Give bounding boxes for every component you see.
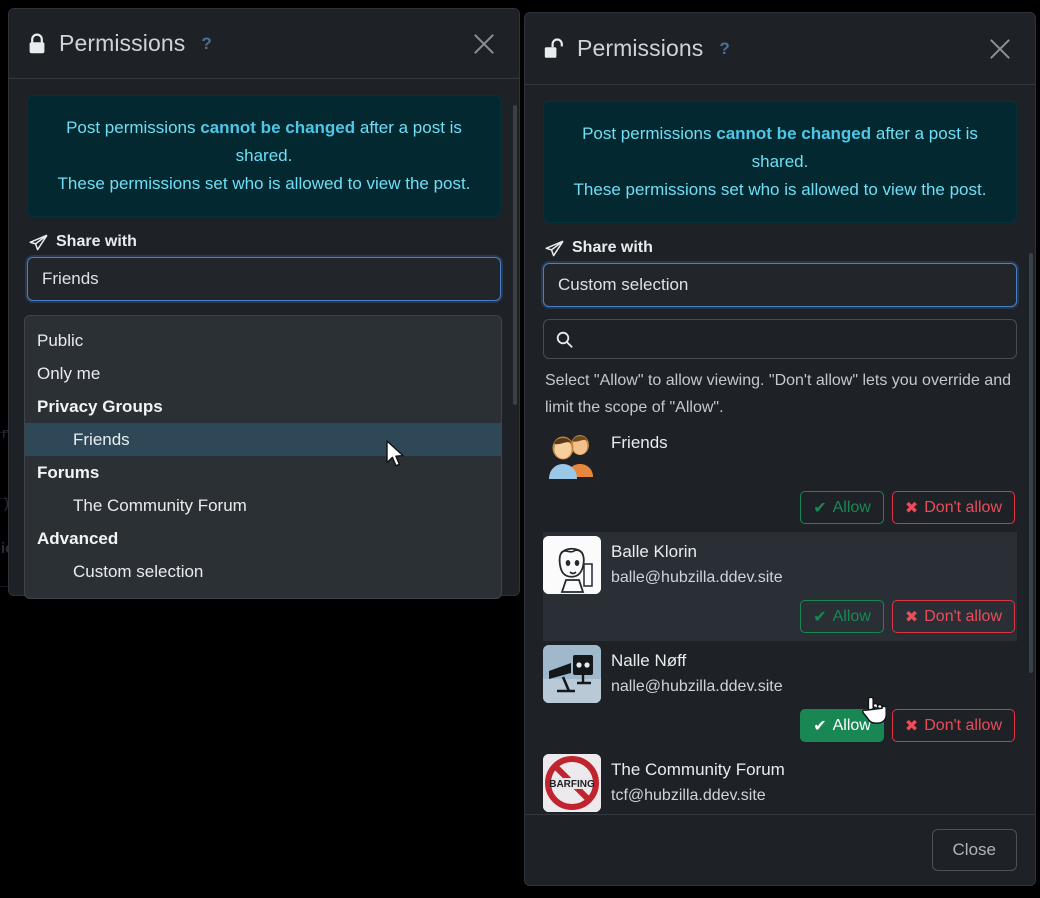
- acl-address: balle@hubzilla.ddev.site: [611, 565, 783, 591]
- dont-allow-label: Don't allow: [924, 499, 1002, 517]
- check-icon: ✔: [813, 498, 826, 518]
- dropdown-group-advanced: Advanced: [25, 522, 501, 555]
- acl-text: Friends: [611, 427, 668, 456]
- allow-label: Allow: [833, 499, 871, 517]
- permissions-notice: Post permissions cannot be changed after…: [543, 101, 1017, 223]
- notice-strong: cannot be changed: [716, 124, 871, 143]
- no-barfing-sign-avatar: BARFING: [543, 754, 601, 812]
- cross-icon: ✖: [905, 607, 918, 627]
- two-people-group-avatar: [543, 427, 601, 485]
- dropdown-option-the-community-forum[interactable]: The Community Forum: [25, 489, 501, 522]
- acl-name: The Community Forum: [611, 754, 785, 783]
- acl-hint-text: Select "Allow" to allow viewing. "Don't …: [545, 367, 1017, 421]
- svg-text:BARFING: BARFING: [549, 779, 595, 790]
- acl-address: nalle@hubzilla.ddev.site: [611, 674, 783, 700]
- close-button[interactable]: Close: [932, 829, 1017, 871]
- acl-text: The Community Forum tcf@hubzilla.ddev.si…: [611, 754, 785, 809]
- share-with-label-row: Share with: [29, 233, 501, 251]
- cross-icon: ✖: [905, 716, 918, 736]
- acl-row-balle-klorin: Balle Klorin balle@hubzilla.ddev.site ✔ …: [543, 532, 1017, 641]
- check-icon: ✔: [813, 607, 826, 627]
- acl-identity: Balle Klorin balle@hubzilla.ddev.site: [543, 536, 1017, 594]
- dropdown-group-privacy-groups: Privacy Groups: [25, 390, 501, 423]
- share-with-label: Share with: [56, 233, 137, 251]
- page-title: Permissions: [577, 35, 703, 62]
- dropdown-option-only-me[interactable]: Only me: [25, 357, 501, 390]
- acl-buttons: ✔ Allow ✖ Don't allow: [543, 594, 1017, 641]
- lock-open-icon: [543, 38, 565, 60]
- help-icon[interactable]: ?: [201, 34, 211, 54]
- dont-allow-label: Don't allow: [924, 608, 1002, 626]
- dialog-footer-right: Close: [525, 814, 1035, 885]
- dropdown-option-friends[interactable]: Friends: [25, 423, 501, 456]
- acl-search-field[interactable]: [543, 319, 1017, 359]
- acl-text: Nalle Nøff nalle@hubzilla.ddev.site: [611, 645, 783, 700]
- search-icon: [556, 331, 573, 348]
- acl-identity: Friends: [543, 427, 1017, 485]
- share-with-dropdown: Public Only me Privacy Groups Friends Fo…: [24, 315, 502, 599]
- paper-plane-icon: [545, 240, 564, 257]
- dropdown-option-public[interactable]: Public: [25, 324, 501, 357]
- cartoon-boy-avatar: [543, 536, 601, 594]
- dropdown-group-forums: Forums: [25, 456, 501, 489]
- dialog-body-left: Post permissions cannot be changed after…: [9, 79, 519, 319]
- close-icon[interactable]: [983, 32, 1017, 66]
- dont-allow-button[interactable]: ✖ Don't allow: [892, 600, 1015, 633]
- security-camera-avatar: [543, 645, 601, 703]
- dialog-scrollbar-right[interactable]: [1029, 253, 1033, 673]
- acl-buttons: ✔ Allow ✖ Don't allow: [543, 485, 1017, 532]
- dialog-header-left: Permissions ?: [9, 9, 519, 79]
- permissions-dialog-right: Permissions ? Post permissions cannot be…: [524, 12, 1036, 886]
- acl-row-friends: Friends ✔ Allow ✖ Don't allow: [543, 423, 1017, 532]
- acl-row-nalle-noff: Nalle Nøff nalle@hubzilla.ddev.site ✔ Al…: [543, 641, 1017, 750]
- acl-identity: BARFING The Community Forum tcf@hubzilla…: [543, 754, 1017, 812]
- dont-allow-label: Don't allow: [924, 717, 1002, 735]
- lock-closed-icon: [27, 33, 47, 55]
- close-icon[interactable]: [467, 27, 501, 61]
- notice-part1: Post permissions: [582, 124, 716, 143]
- allow-button[interactable]: ✔ Allow: [800, 709, 884, 742]
- acl-name: Nalle Nøff: [611, 645, 783, 674]
- acl-text: Balle Klorin balle@hubzilla.ddev.site: [611, 536, 783, 591]
- share-with-label: Share with: [572, 239, 653, 257]
- acl-name: Balle Klorin: [611, 536, 783, 565]
- allow-button[interactable]: ✔ Allow: [800, 491, 884, 524]
- notice-line2: These permissions set who is allowed to …: [58, 174, 471, 193]
- allow-label: Allow: [833, 717, 871, 735]
- dialog-header-right: Permissions ?: [525, 13, 1035, 85]
- allow-button[interactable]: ✔ Allow: [800, 600, 884, 633]
- paper-plane-icon: [29, 234, 48, 251]
- dialog-scrollbar-left[interactable]: [513, 105, 517, 405]
- share-with-label-row: Share with: [545, 239, 1017, 257]
- check-icon: ✔: [813, 716, 826, 736]
- dont-allow-button[interactable]: ✖ Don't allow: [892, 709, 1015, 742]
- share-with-select-right[interactable]: Custom selection: [543, 263, 1017, 307]
- acl-address: tcf@hubzilla.ddev.site: [611, 783, 785, 809]
- acl-identity: Nalle Nøff nalle@hubzilla.ddev.site: [543, 645, 1017, 703]
- dont-allow-button[interactable]: ✖ Don't allow: [892, 491, 1015, 524]
- share-with-select-left[interactable]: Friends: [27, 257, 501, 301]
- acl-buttons: ✔ Allow ✖ Don't allow: [543, 703, 1017, 750]
- cross-icon: ✖: [905, 498, 918, 518]
- screen: n a ) io Permissions ? Post permissions …: [0, 0, 1040, 898]
- acl-name: Friends: [611, 427, 668, 456]
- allow-label: Allow: [833, 608, 871, 626]
- help-icon[interactable]: ?: [719, 39, 729, 59]
- page-title: Permissions: [59, 30, 185, 57]
- notice-part1: Post permissions: [66, 118, 200, 137]
- notice-strong: cannot be changed: [200, 118, 355, 137]
- dropdown-option-custom-selection[interactable]: Custom selection: [25, 555, 501, 588]
- search-input[interactable]: [581, 330, 1004, 348]
- notice-line2: These permissions set who is allowed to …: [574, 180, 987, 199]
- permissions-notice: Post permissions cannot be changed after…: [27, 95, 501, 217]
- dialog-body-right: Post permissions cannot be changed after…: [525, 85, 1035, 867]
